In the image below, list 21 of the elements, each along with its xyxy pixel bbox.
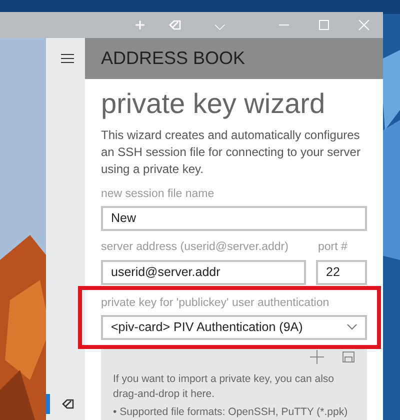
field-label: server address (userid@server.addr)	[101, 240, 290, 256]
chevron-down-icon	[347, 324, 357, 330]
menu-icon	[61, 54, 74, 62]
supported-formats: • Supported file formats: OpenSSH, PuTTY (*.ppk)	[113, 404, 349, 419]
tag-icon	[60, 398, 74, 410]
description: This wizard creates and automatically configures an SSH session file for connecting to your server using a private key.	[101, 127, 362, 178]
port-field[interactable]: 22	[316, 260, 367, 284]
field-label: new session file name	[101, 187, 216, 202]
server-address-field[interactable]: userid@server.addr	[101, 260, 306, 284]
close-icon[interactable]	[358, 19, 370, 31]
wizard-title: private key wizard	[101, 87, 326, 121]
save-icon[interactable]	[342, 350, 355, 363]
session-name-field[interactable]: New	[101, 206, 367, 232]
private-key-dropdown[interactable]: <piv-card> PIV Authentication (9A)	[101, 314, 367, 340]
import-hint: If you want to import a private key, you can also drag-and-drop it here.	[113, 372, 335, 402]
field-label: private key for 'publickey' user authentication	[101, 296, 330, 310]
header-title: ADDRESS BOOK	[101, 47, 246, 70]
field-label: port #	[317, 240, 348, 256]
plus-icon[interactable]	[310, 350, 324, 364]
tag-icon[interactable]	[168, 19, 182, 31]
maximize-icon[interactable]	[318, 19, 330, 31]
